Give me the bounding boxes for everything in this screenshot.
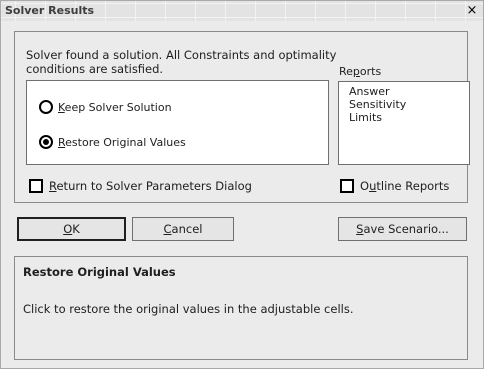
return-to-solver-parameters-checkbox[interactable]: Return to Solver Parameters Dialog [29,178,252,194]
solver-message: Solver found a solution. All Constraints… [26,48,356,76]
outline-reports-checkbox[interactable]: Outline Reports [340,178,449,194]
outline-reports-label: Outline Reports [360,179,449,193]
description-text: Click to restore the original values in … [23,302,354,316]
keep-solver-solution-radio[interactable]: Keep Solver Solution [39,99,172,115]
title-bar[interactable]: Solver Results × [1,1,483,21]
cancel-label-rest: ancel [171,222,203,236]
message-line-2: conditions are satisfied. [26,62,164,76]
keep-solver-solution-label: Keep Solver Solution [58,101,172,114]
keep-label-rest: eep Solver Solution [64,100,172,114]
ok-label-rest: K [72,222,80,236]
save-scenario-accel: S [356,222,364,236]
radio-selected-icon[interactable] [39,135,53,149]
checkbox-unchecked-icon[interactable] [29,179,43,193]
description-title: Restore Original Values [23,265,176,279]
solution-options-group: Keep Solver Solution Restore Original Va… [26,80,329,165]
radio-unselected-icon[interactable] [39,100,53,114]
close-button[interactable]: × [465,3,479,18]
window-title: Solver Results [5,4,95,17]
cancel-button[interactable]: Cancel [132,217,234,241]
save-scenario-label-rest: ave Scenario... [363,222,449,236]
radio-dot-icon [43,139,49,145]
reports-label-text-rest: orts [359,65,382,78]
reports-label-accel: p [352,65,360,78]
reports-label: Reports [339,65,381,78]
restore-label-rest: estore Original Values [65,135,186,149]
message-line-1: Solver found a solution. All Constraints… [26,48,337,62]
save-scenario-button[interactable]: Save Scenario... [338,217,467,241]
return-label-rest: eturn to Solver Parameters Dialog [56,179,252,193]
return-to-solver-parameters-label: Return to Solver Parameters Dialog [49,179,252,193]
cancel-accel: C [163,222,172,236]
report-item-sensitivity[interactable]: Sensitivity [349,98,406,111]
outline-label-rest: tline Reports [376,179,450,193]
ok-button[interactable]: OK [17,217,126,241]
ok-accel: O [63,222,73,236]
restore-original-values-label: Restore Original Values [58,136,186,149]
reports-label-text: Re [339,65,353,78]
description-panel: Restore Original Values Click to restore… [14,256,468,360]
restore-original-values-radio[interactable]: Restore Original Values [39,134,186,150]
keep-accel: K [58,100,65,114]
report-item-limits[interactable]: Limits [349,111,382,124]
report-item-answer[interactable]: Answer [349,85,390,98]
checkbox-unchecked-icon[interactable] [340,179,354,193]
outline-label-pre: O [360,179,370,193]
reports-listbox[interactable]: Answer Sensitivity Limits [338,81,470,165]
